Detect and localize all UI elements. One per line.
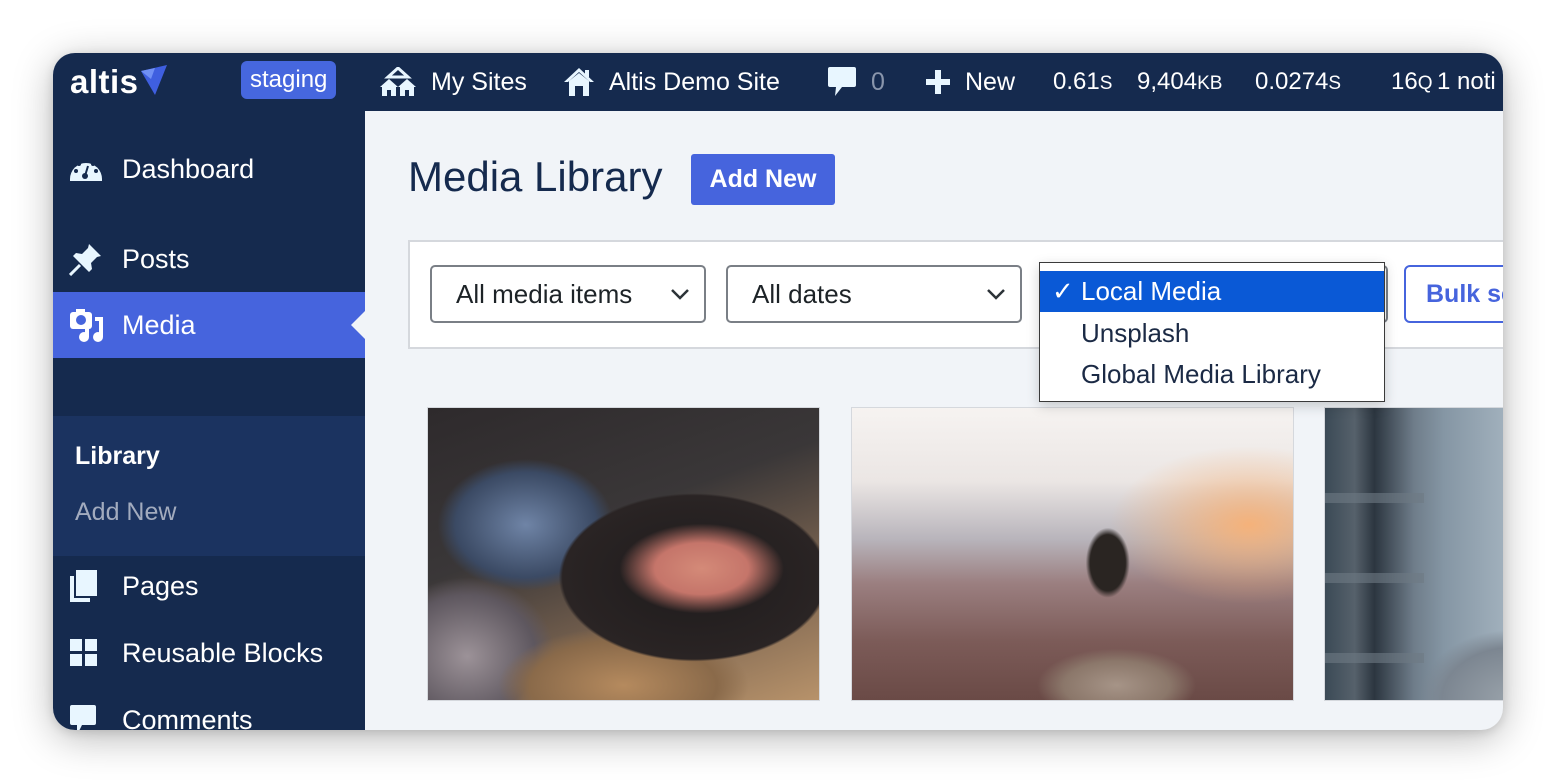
sidebar-item-pages[interactable]: Pages: [53, 553, 365, 619]
chevron-down-icon: [987, 289, 1005, 300]
admin-bar: altis staging My Sites Altis Demo Site 0…: [53, 53, 1503, 111]
stat-unit: KB: [1197, 73, 1223, 94]
query-monitor-db-time[interactable]: 0.0274S: [1255, 53, 1341, 111]
logo-text: altis: [70, 63, 139, 100]
dropdown-option-local-media[interactable]: ✓ Local Media: [1040, 271, 1384, 312]
pages-icon: [69, 569, 99, 603]
dropdown-option-unsplash[interactable]: Unsplash: [1040, 313, 1384, 354]
sidebar-item-label: Reusable Blocks: [122, 637, 324, 668]
plus-icon: [925, 69, 951, 95]
stat-value: 1 noti: [1437, 68, 1496, 95]
checkmark-icon: ✓: [1052, 276, 1074, 306]
blocks-icon: [69, 638, 99, 668]
media-type-select[interactable]: All media items: [430, 265, 706, 323]
comment-icon: [69, 704, 97, 730]
site-name-menu[interactable]: Altis Demo Site: [563, 53, 780, 111]
stat-unit: Q: [1417, 73, 1433, 94]
query-monitor-queries[interactable]: 16Q: [1391, 53, 1432, 111]
main-content: Media Library Add New All media items Al…: [365, 111, 1503, 730]
comments-menu[interactable]: 0: [827, 53, 885, 111]
chevron-down-icon: [671, 289, 689, 300]
thumbnail-detail: [1325, 493, 1424, 503]
my-sites-label: My Sites: [431, 67, 527, 96]
query-monitor-time[interactable]: 0.61S: [1053, 53, 1112, 111]
home-icon: [563, 67, 595, 97]
submenu-item-library[interactable]: Library: [75, 442, 160, 471]
sidebar-item-label: Media: [122, 309, 196, 340]
altis-logo-mark-icon: [140, 65, 167, 95]
sidebar-item-media[interactable]: Media: [53, 292, 365, 358]
option-label: Unsplash: [1081, 318, 1190, 348]
media-source-dropdown: ✓ Local Media Unsplash Global Media Libr…: [1039, 262, 1385, 402]
media-thumbnail[interactable]: [427, 407, 820, 701]
stat-value: 0.61: [1053, 68, 1100, 95]
stat-unit: S: [1328, 73, 1342, 94]
bulk-select-button[interactable]: Bulk se: [1404, 265, 1503, 323]
media-thumbnail[interactable]: [1324, 407, 1503, 701]
thumbnail-detail: [1325, 653, 1424, 663]
sidebar-item-label: Dashboard: [122, 153, 255, 184]
stat-unit: S: [1099, 73, 1113, 94]
page-title: Media Library: [408, 153, 663, 200]
dates-select[interactable]: All dates: [726, 265, 1022, 323]
pin-icon: [69, 242, 103, 276]
my-sites-icon: [379, 67, 417, 97]
option-label: Global Media Library: [1081, 359, 1321, 389]
dropdown-option-global-media-library[interactable]: Global Media Library: [1040, 354, 1384, 395]
add-new-button[interactable]: Add New: [691, 154, 835, 205]
stat-value: 0.0274: [1255, 68, 1329, 95]
sidebar-item-label: Posts: [122, 243, 190, 274]
my-sites-menu[interactable]: My Sites: [379, 53, 527, 111]
submenu-item-add-new[interactable]: Add New: [75, 498, 176, 527]
browser-window: altis staging My Sites Altis Demo Site 0…: [53, 53, 1503, 730]
media-icon: [69, 307, 105, 343]
site-name-label: Altis Demo Site: [609, 67, 780, 96]
dates-value: All dates: [752, 279, 852, 309]
media-submenu: Library Add New: [53, 416, 365, 556]
admin-sidebar: Dashboard Posts Media Library Add New Pa…: [53, 111, 365, 730]
sidebar-item-posts[interactable]: Posts: [53, 226, 365, 292]
stat-value: 9,404: [1137, 68, 1198, 95]
comments-count: 0: [871, 67, 885, 96]
sidebar-item-reusable-blocks[interactable]: Reusable Blocks: [53, 620, 365, 686]
stat-value: 16: [1391, 68, 1418, 95]
comment-bubble-icon: [827, 66, 857, 98]
media-type-value: All media items: [456, 279, 633, 309]
media-thumbnail[interactable]: [851, 407, 1294, 701]
query-monitor-notices[interactable]: 1 noti: [1437, 53, 1496, 111]
altis-logo[interactable]: altis: [70, 61, 167, 103]
sidebar-item-comments[interactable]: Comments: [53, 687, 365, 730]
dashboard-icon: [69, 155, 103, 183]
thumbnail-detail: [1325, 573, 1424, 583]
sidebar-item-label: Pages: [122, 570, 199, 601]
sidebar-item-label: Comments: [122, 704, 253, 731]
environment-badge[interactable]: staging: [241, 61, 337, 99]
option-label: Local Media: [1081, 276, 1222, 306]
sidebar-item-dashboard[interactable]: Dashboard: [53, 136, 365, 202]
query-monitor-memory[interactable]: 9,404KB: [1137, 53, 1222, 111]
new-label: New: [965, 67, 1016, 96]
new-content-menu[interactable]: New: [925, 53, 1015, 111]
